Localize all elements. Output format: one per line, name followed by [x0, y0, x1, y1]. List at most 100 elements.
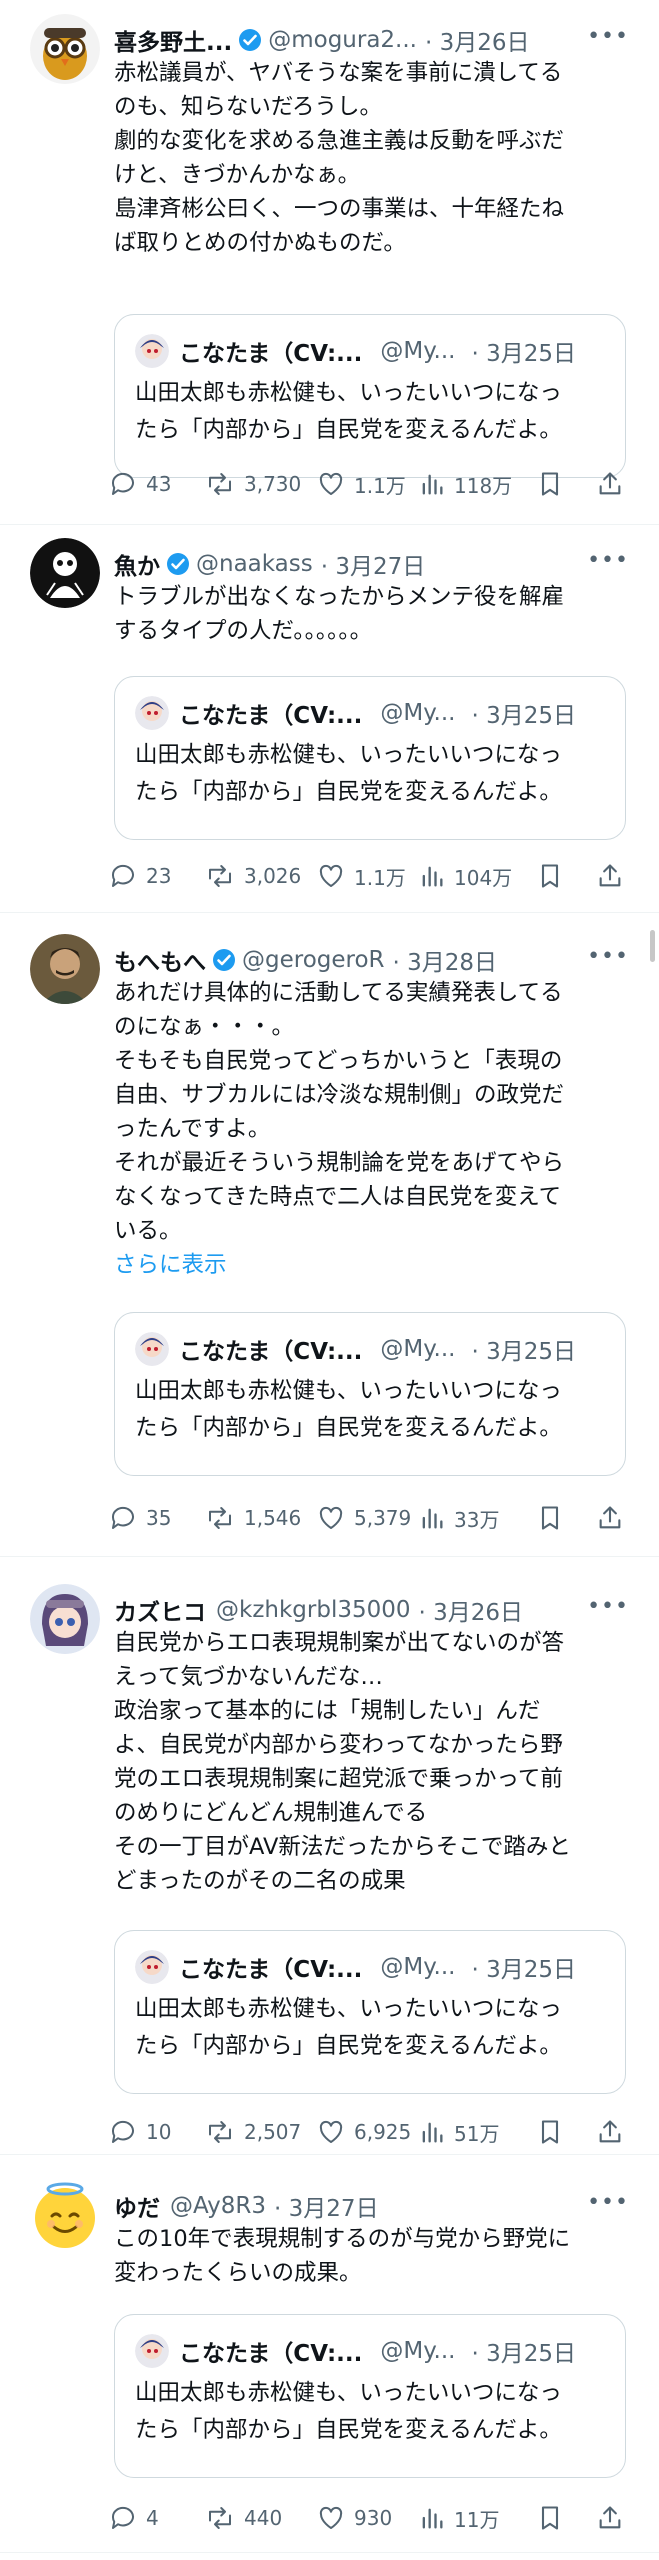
more-dots-icon[interactable]: •••	[587, 24, 629, 49]
views-button[interactable]: 104万	[418, 861, 536, 891]
quoted-post[interactable]: こなたま（CV:... @My... · 3月25日 山田太郎も赤松健も、いった…	[114, 2314, 626, 2478]
repost-button[interactable]: 440	[204, 2503, 316, 2533]
repost-button[interactable]: 3,730	[204, 469, 316, 499]
post[interactable]: 喜多野土... @mogura2... · 3月26日 ••• 赤松議員が、ヤバ…	[0, 14, 659, 524]
quoted-post[interactable]: こなたま（CV:... @My... · 3月25日 山田太郎も赤松健も、いった…	[114, 1930, 626, 2094]
reply-button[interactable]: 4	[108, 2503, 204, 2533]
reply-button[interactable]: 23	[108, 861, 204, 891]
avatar[interactable]	[30, 2180, 100, 2250]
quoted-text: 山田太郎も赤松健も、いったいいつになっ たら「内部から」自民党を変えるんだよ。	[135, 2375, 615, 2449]
text-line: 自民党からエロ表現規制案が出てないのが答	[114, 1630, 565, 1656]
repost-button[interactable]: 2,507	[204, 2117, 316, 2147]
views-button[interactable]: 11万	[418, 2503, 536, 2533]
more-dots-icon[interactable]: •••	[587, 2190, 629, 2215]
repost-count: 440	[244, 2506, 283, 2530]
reply-button[interactable]: 10	[108, 2117, 204, 2147]
reply-icon	[111, 472, 134, 495]
post[interactable]: ゆだ @Ay8R3 · 3月27日 ••• この10年で表現規制するのが与党から…	[0, 2180, 659, 2550]
text-line: ば取りとめの付かぬものだ。	[114, 230, 406, 256]
share-button[interactable]	[596, 861, 626, 891]
reply-icon	[111, 2120, 134, 2143]
quoted-author-handle: @My...	[380, 2338, 456, 2364]
bookmark-button[interactable]	[536, 469, 596, 499]
repost-button[interactable]: 3,026	[204, 861, 316, 891]
avatar[interactable]	[30, 14, 100, 84]
repost-button[interactable]: 1,546	[204, 1503, 316, 1533]
more-dots-icon[interactable]: •••	[587, 944, 629, 969]
divider	[0, 2154, 659, 2155]
like-button[interactable]: 5,379	[316, 1503, 418, 1533]
text-line: 山田太郎も赤松健も、いったいいつになっ	[135, 2380, 562, 2406]
like-count: 6,925	[354, 2120, 412, 2144]
author-name[interactable]: カズヒコ	[114, 1593, 206, 1627]
share-icon	[599, 1506, 621, 1529]
bookmark-icon	[541, 472, 559, 496]
post-date[interactable]: · 3月26日	[425, 23, 530, 57]
author-handle[interactable]: @Ay8R3	[170, 2193, 266, 2219]
share-button[interactable]	[596, 469, 626, 499]
author-name[interactable]: 喜多野土...	[114, 23, 232, 57]
like-count: 1.1万	[354, 473, 406, 498]
view-count: 118万	[454, 473, 513, 498]
post-date[interactable]: · 3月27日	[321, 547, 426, 581]
share-button[interactable]	[596, 2503, 626, 2533]
like-button[interactable]: 930	[316, 2503, 418, 2533]
author-handle[interactable]: @mogura2...	[268, 27, 417, 53]
more-dots-icon[interactable]: •••	[587, 548, 629, 573]
author-handle[interactable]: @kzhkgrbl35000	[216, 1597, 411, 1623]
post[interactable]: 魚か @naakass · 3月27日 ••• トラブルが出なくなったからメンテ…	[0, 538, 659, 904]
like-button[interactable]: 1.1万	[316, 861, 418, 891]
text-line: のめりにどんどん規制進んでる	[114, 1800, 428, 1826]
action-bar: 43 3,730 1.1万 118万	[108, 466, 638, 502]
avatar	[135, 2334, 169, 2368]
quoted-post[interactable]: こなたま（CV:... @My... · 3月25日 山田太郎も赤松健も、いった…	[114, 676, 626, 840]
repost-icon	[209, 2507, 231, 2529]
more-dots-icon[interactable]: •••	[587, 1594, 629, 1619]
author-name[interactable]: 魚か	[114, 547, 160, 581]
like-button[interactable]: 6,925	[316, 2117, 418, 2147]
quoted-text: 山田太郎も赤松健も、いったいいつになっ たら「内部から」自民党を変えるんだよ。	[135, 375, 615, 449]
reply-button[interactable]: 43	[108, 469, 204, 499]
avatar[interactable]	[30, 538, 100, 608]
avatar[interactable]	[30, 1584, 100, 1654]
views-button[interactable]: 118万	[418, 469, 536, 499]
share-button[interactable]	[596, 1503, 626, 1533]
bookmark-button[interactable]	[536, 861, 596, 891]
author-name[interactable]: ゆだ	[114, 2189, 160, 2223]
post-header: カズヒコ @kzhkgrbl35000 · 3月26日 •••	[114, 1590, 629, 1630]
views-button[interactable]: 51万	[418, 2117, 536, 2147]
post[interactable]: もへもへ @gerogeroR · 3月28日 ••• あれだけ具体的に活動して…	[0, 934, 659, 1544]
quoted-post[interactable]: こなたま（CV:... @My... · 3月25日 山田太郎も赤松健も、いった…	[114, 1312, 626, 1476]
bookmark-button[interactable]	[536, 1503, 596, 1533]
scrollbar[interactable]	[650, 930, 655, 962]
author-handle[interactable]: @gerogeroR	[242, 947, 385, 973]
text-line: あれだけ具体的に活動してる実績発表してる	[114, 980, 563, 1006]
post-date[interactable]: · 3月28日	[393, 943, 498, 977]
post-header: もへもへ @gerogeroR · 3月28日 •••	[114, 940, 629, 980]
share-button[interactable]	[596, 2117, 626, 2147]
show-more-link[interactable]: さらに表示	[114, 1248, 634, 1282]
heart-icon	[319, 2120, 343, 2143]
view-count: 104万	[454, 865, 513, 890]
post-header: 喜多野土... @mogura2... · 3月26日 •••	[114, 20, 629, 60]
author-name[interactable]: もへもへ	[114, 943, 206, 977]
verified-badge-icon	[238, 28, 262, 52]
avatar[interactable]	[30, 934, 100, 1004]
reply-button[interactable]: 35	[108, 1503, 204, 1533]
reply-icon	[111, 1506, 134, 1529]
bookmark-button[interactable]	[536, 2503, 596, 2533]
post-date[interactable]: · 3月27日	[274, 2189, 379, 2223]
text-line: それが最近そういう規制論を党をあげてやら	[114, 1150, 565, 1176]
action-bar: 35 1,546 5,379 33万	[108, 1500, 638, 1536]
quoted-post[interactable]: こなたま（CV:... @My... · 3月25日 山田太郎も赤松健も、いった…	[114, 314, 626, 478]
bookmark-button[interactable]	[536, 2117, 596, 2147]
post[interactable]: カズヒコ @kzhkgrbl35000 · 3月26日 ••• 自民党からエロ表…	[0, 1584, 659, 2150]
like-button[interactable]: 1.1万	[316, 469, 418, 499]
view-count: 11万	[454, 2507, 500, 2532]
bookmark-icon	[541, 2506, 559, 2530]
post-date[interactable]: · 3月26日	[419, 1593, 524, 1627]
author-handle[interactable]: @naakass	[196, 551, 313, 577]
text-line: どまったのがその二名の成果	[114, 1868, 406, 1894]
views-button[interactable]: 33万	[418, 1503, 536, 1533]
post-text: トラブルが出なくなったからメンテ役を解雇 するタイプの人だ。。。。。。	[114, 580, 634, 648]
